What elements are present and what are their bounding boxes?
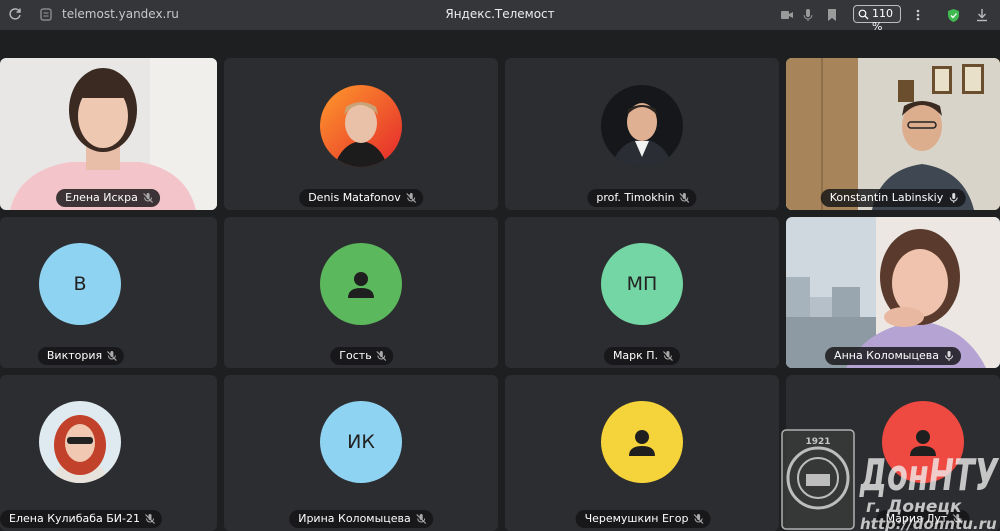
mic-on-icon [949, 193, 958, 203]
mic-off-icon [405, 193, 416, 203]
participant-name-tag: Denis Matafonov [299, 189, 423, 207]
participant-name: Анна Коломыцева [834, 349, 939, 362]
participant-name-tag: Анна Коломыцева [825, 347, 961, 365]
participant-video [786, 217, 1000, 368]
participant-tile-active-speaker[interactable]: Konstantin Labinskiy [786, 58, 1000, 210]
watermark-title: ДонНТУ [859, 450, 1000, 501]
mic-off-icon [376, 351, 387, 361]
participant-name: prof. Timokhin [596, 191, 675, 204]
participant-name-tag: Konstantin Labinskiy [820, 189, 966, 207]
mic-off-icon [145, 514, 155, 524]
participant-avatar [320, 243, 402, 325]
mic-off-icon [142, 193, 153, 203]
participant-avatar [601, 401, 683, 483]
shield-icon[interactable] [946, 8, 961, 23]
participant-avatar: ИК [320, 401, 402, 483]
participant-name-tag: Гость [330, 347, 394, 365]
participant-name-tag: Ирина Коломыцева [289, 510, 433, 528]
participant-name-tag: Марк П. [603, 347, 681, 365]
participant-initials: ИК [347, 431, 375, 453]
meeting-grid: Елена Искра Denis Matafonov prof. Timokh… [0, 30, 1000, 531]
participant-name-tag: Елена Искра [56, 189, 160, 207]
participant-tile[interactable]: Denis Matafonov [224, 58, 498, 210]
participant-name: Виктория [46, 349, 103, 362]
participant-video [786, 58, 1000, 210]
mic-on-icon [944, 351, 953, 361]
participant-name-tag: prof. Timokhin [587, 189, 697, 207]
zoom-indicator[interactable]: 110 % [853, 5, 901, 33]
participant-initials: В [73, 273, 87, 295]
watermark-city: г. Донецк [866, 497, 962, 517]
participant-name-tag: Черемушкин Егор [575, 510, 711, 528]
participant-name-tag: Виктория [37, 347, 125, 365]
user-icon [629, 430, 655, 456]
participant-name: Denis Matafonov [308, 191, 401, 204]
participant-name: Ирина Коломыцева [298, 512, 411, 525]
participant-tile[interactable]: Елена Кулибаба БИ-21 [0, 375, 217, 531]
download-icon[interactable] [975, 8, 989, 22]
participant-avatar [320, 85, 402, 167]
mic-off-icon [415, 514, 426, 524]
bookmark-icon[interactable] [825, 8, 839, 22]
more-menu-icon[interactable] [911, 8, 925, 22]
participant-name: Елена Искра [65, 191, 138, 204]
browser-toolbar: telemost.yandex.ru Яндекс.Телемост 110 % [0, 0, 1000, 33]
participant-name: Марк П. [612, 349, 659, 362]
page-title: Яндекс.Телемост [445, 7, 555, 21]
participant-avatar: В [39, 243, 121, 325]
participant-initials: МП [626, 273, 658, 295]
mic-off-icon [693, 514, 704, 524]
participant-tile[interactable]: Черемушкин Егор [505, 375, 779, 531]
participant-tile[interactable]: Гость [224, 217, 498, 368]
participant-name: Konstantin Labinskiy [829, 191, 944, 204]
participant-tile[interactable]: Елена Искра [0, 58, 217, 210]
participant-tile[interactable]: ИК Ирина Коломыцева [224, 375, 498, 531]
mic-off-icon [679, 193, 690, 203]
participant-name: Черемушкин Егор [584, 512, 689, 525]
mic-off-icon [107, 351, 118, 361]
participant-tile[interactable]: Анна Коломыцева [786, 217, 1000, 368]
zoom-icon [858, 9, 869, 20]
participant-avatar [601, 85, 683, 167]
mic-off-icon [663, 351, 673, 361]
participant-avatar [39, 401, 121, 483]
camera-icon[interactable] [780, 8, 794, 22]
watermark-url: http://donntu.ru [860, 515, 997, 531]
participant-tile[interactable]: МП Марк П. [505, 217, 779, 368]
participant-video [0, 58, 217, 210]
participant-tile[interactable]: prof. Timokhin [505, 58, 779, 210]
participant-avatar: МП [601, 243, 683, 325]
participant-name-tag: Елена Кулибаба БИ-21 [0, 510, 162, 528]
microphone-icon[interactable] [801, 8, 815, 22]
participant-tile[interactable]: В Виктория [0, 217, 217, 368]
participant-name: Елена Кулибаба БИ-21 [9, 512, 140, 525]
user-icon [348, 272, 374, 298]
participant-name: Гость [339, 349, 372, 362]
watermark-logo-caption: 1921 [805, 437, 830, 447]
donntu-watermark: 1921 ДонНТУ г. Донецк http://donntu.ru [781, 429, 1000, 531]
